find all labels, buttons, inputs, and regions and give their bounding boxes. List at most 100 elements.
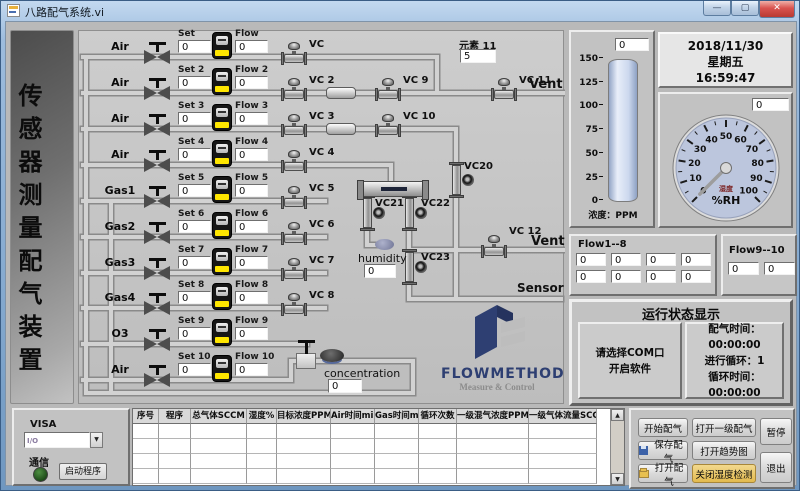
visa-dropdown-button[interactable]: ▼ [90, 432, 103, 448]
set-input[interactable]: 0 [178, 76, 211, 89]
vc-valve-icon[interactable]: VC 7 [281, 255, 307, 281]
open-primary-gas-button[interactable]: 打开一级配气 [692, 418, 756, 437]
vc-valve-icon[interactable]: VC [281, 39, 307, 65]
table-cell[interactable] [457, 454, 529, 469]
close-humidity-button[interactable]: 关闭湿度检测 [692, 464, 756, 483]
save-config-button[interactable]: 保存配气 [638, 441, 688, 460]
manual-valve-icon[interactable] [143, 78, 171, 100]
table-cell[interactable] [331, 469, 375, 484]
vc-valve-icon[interactable]: VC 5 [281, 183, 307, 209]
vc-valve-icon[interactable]: VC 8 [281, 290, 307, 316]
table-scrollbar[interactable]: ▲ ▼ [610, 409, 624, 485]
table-cell[interactable] [331, 439, 375, 454]
manual-valve-icon[interactable] [143, 150, 171, 172]
table-cell[interactable] [159, 454, 191, 469]
table-cell[interactable] [133, 439, 159, 454]
table-cell[interactable] [159, 439, 191, 454]
table-cell[interactable] [529, 424, 597, 439]
table-cell[interactable] [529, 439, 597, 454]
element11-input[interactable]: 5 [460, 49, 496, 63]
table-cell[interactable] [133, 469, 159, 484]
table-cell[interactable] [277, 454, 331, 469]
pause-button[interactable]: 暂停 [760, 418, 792, 445]
titlebar[interactable]: 八路配气系统.vi — ▢ ✕ [1, 1, 799, 21]
table-cell[interactable] [419, 454, 457, 469]
table-cell[interactable] [457, 439, 529, 454]
set-input[interactable]: 0 [178, 184, 211, 197]
table-cell[interactable] [277, 439, 331, 454]
table-cell[interactable] [191, 469, 247, 484]
scroll-down-icon[interactable]: ▼ [611, 473, 624, 485]
flow18-value: 0 [576, 253, 606, 266]
visa-label: VISA [30, 419, 56, 430]
table-cell[interactable] [247, 469, 277, 484]
table-cell[interactable] [133, 424, 159, 439]
table-cell[interactable] [375, 469, 419, 484]
vc-valve-icon[interactable]: VC 2 [281, 75, 307, 101]
manual-valve-icon[interactable] [143, 42, 171, 64]
vc-valve-icon[interactable]: VC 11 [491, 75, 517, 101]
vc-valve-icon[interactable]: VC 10 [375, 111, 401, 137]
manual-valve-icon[interactable] [143, 114, 171, 136]
table-cell[interactable] [331, 454, 375, 469]
vc-valve-icon[interactable]: VC 12 [481, 232, 507, 258]
table-cell[interactable] [247, 454, 277, 469]
open-config-button[interactable]: 打开配气 [638, 464, 688, 483]
manual-valve-icon[interactable] [143, 222, 171, 244]
vc-valve-icon[interactable]: VC 3 [281, 111, 307, 137]
concentration-input[interactable]: 0 [328, 379, 362, 393]
start-gas-button[interactable]: 开始配气 [638, 418, 688, 437]
table-cell[interactable] [529, 454, 597, 469]
humidity-input[interactable]: 0 [364, 264, 396, 278]
start-program-button[interactable]: 启动程序 [59, 463, 107, 480]
table-cell[interactable] [133, 454, 159, 469]
set-input[interactable]: 0 [178, 363, 211, 376]
close-button[interactable]: ✕ [759, 1, 795, 18]
table-cell[interactable] [191, 454, 247, 469]
set-input[interactable]: 0 [178, 40, 211, 53]
table-cell[interactable] [457, 424, 529, 439]
manual-valve-icon[interactable] [143, 186, 171, 208]
manual-valve-icon[interactable] [143, 329, 171, 351]
vc-valve-icon[interactable]: VC 4 [281, 147, 307, 173]
set-input[interactable]: 0 [178, 291, 211, 304]
minimize-button[interactable]: — [703, 1, 731, 16]
vc-valve-icon[interactable]: VC 9 [375, 75, 401, 101]
manual-valve-icon[interactable] [143, 365, 171, 387]
gauge-tick-label: 60 [734, 135, 747, 145]
manual-valve-icon[interactable] [143, 293, 171, 315]
scroll-up-icon[interactable]: ▲ [611, 409, 624, 421]
flow-output: 0 [235, 327, 268, 340]
table-cell[interactable] [419, 439, 457, 454]
vc-valve-icon[interactable]: VC 6 [281, 219, 307, 245]
table-cell[interactable] [331, 424, 375, 439]
table-cell[interactable] [159, 424, 191, 439]
table-cell[interactable] [277, 469, 331, 484]
manual-valve-icon[interactable] [143, 258, 171, 280]
manual-valve-icon[interactable] [296, 353, 316, 369]
table-cell[interactable] [419, 424, 457, 439]
table-cell[interactable] [375, 424, 419, 439]
maximize-button[interactable]: ▢ [731, 1, 759, 16]
table-cell[interactable] [375, 454, 419, 469]
table-cell[interactable] [159, 469, 191, 484]
visa-panel: VISA I/O ▼ 通信 启动程序 [12, 408, 130, 486]
table-cell[interactable] [419, 469, 457, 484]
table-cell[interactable] [375, 439, 419, 454]
set-input[interactable]: 0 [178, 327, 211, 340]
set-input[interactable]: 0 [178, 148, 211, 161]
set-label: Set 5 [178, 173, 204, 183]
set-input[interactable]: 0 [178, 220, 211, 233]
table-cell[interactable] [277, 424, 331, 439]
set-input[interactable]: 0 [178, 256, 211, 269]
table-cell[interactable] [247, 439, 277, 454]
table-cell[interactable] [529, 469, 597, 484]
exit-button[interactable]: 退出 [760, 452, 792, 483]
table-cell[interactable] [191, 424, 247, 439]
table-cell[interactable] [457, 469, 529, 484]
set-input[interactable]: 0 [178, 112, 211, 125]
table-cell[interactable] [191, 439, 247, 454]
table-cell[interactable] [247, 424, 277, 439]
open-trend-button[interactable]: 打开趋势图 [692, 441, 756, 460]
visa-resource-input[interactable]: I/O [24, 432, 90, 448]
